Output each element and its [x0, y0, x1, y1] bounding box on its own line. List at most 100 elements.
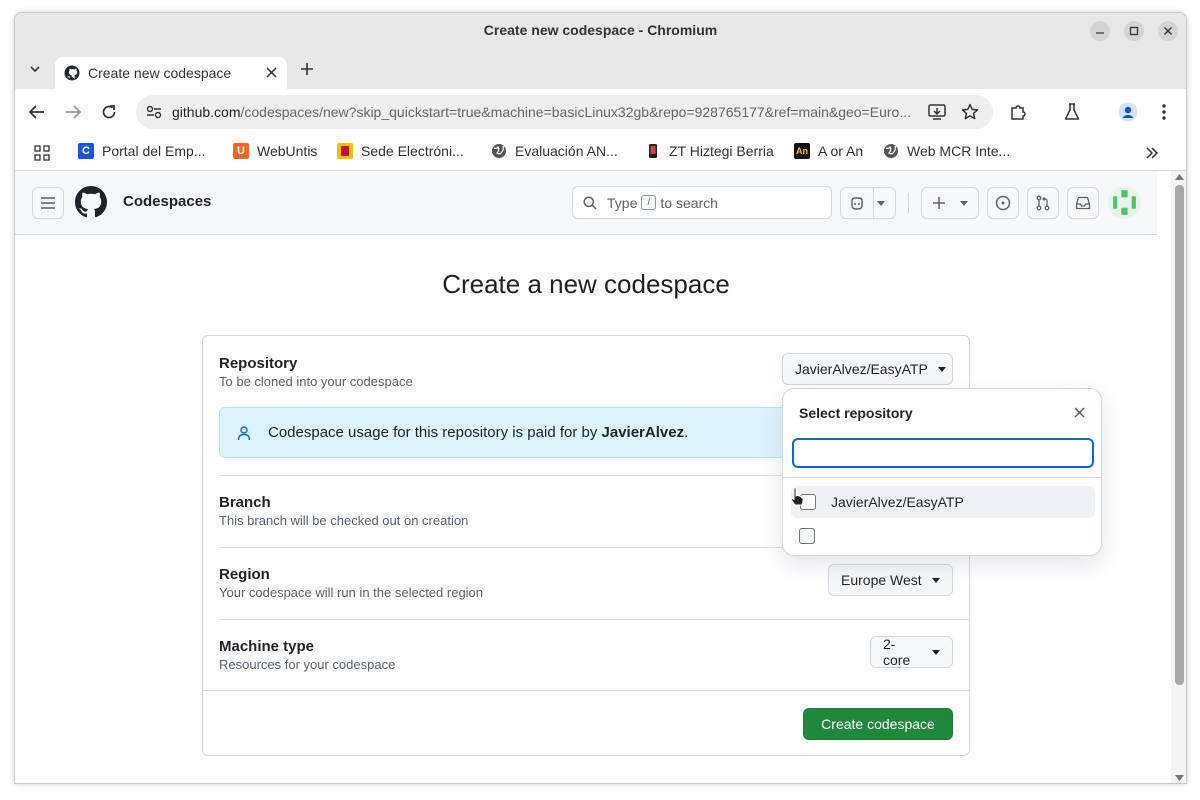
close-popover-icon[interactable] — [1074, 407, 1085, 418]
popover-divider — [783, 477, 1101, 478]
new-tab-icon[interactable] — [300, 62, 314, 76]
repository-option-checkbox[interactable] — [799, 528, 815, 544]
repository-label: Repository — [219, 355, 298, 372]
browser-toolbar: github.com/codespaces/new?skip_quickstar… — [15, 89, 1186, 135]
profile-avatar-icon[interactable] — [1118, 102, 1138, 122]
global-nav-button[interactable] — [32, 187, 64, 219]
tab-create-codespace[interactable]: Create new codespace — [55, 57, 287, 89]
user-avatar-icon[interactable] — [1108, 186, 1141, 219]
person-icon — [237, 425, 251, 440]
region-label: Region — [219, 566, 270, 583]
create-new-button[interactable] — [921, 187, 979, 219]
bookmark-star-icon[interactable] — [961, 103, 979, 121]
create-codespace-button[interactable]: Create codespace — [803, 708, 953, 740]
tab-title: Create new codespace — [88, 65, 232, 81]
repository-caret-icon — [937, 366, 946, 372]
bookmark-zt-hiztegi[interactable]: ZT Hiztegi Berria — [645, 143, 774, 159]
create-dropdown-caret — [960, 201, 968, 206]
labs-flask-icon[interactable] — [1064, 103, 1080, 121]
branch-description: This branch will be checked out on creat… — [219, 513, 469, 528]
more-menu-icon[interactable] — [1161, 103, 1167, 121]
a-or-an-favicon-icon: An — [794, 143, 810, 159]
maximize-button[interactable] — [1124, 21, 1144, 41]
url-text: github.com/codespaces/new?skip_quickstar… — [172, 104, 911, 120]
region-description: Your codespace will run in the selected … — [219, 585, 484, 600]
address-bar[interactable]: github.com/codespaces/new?skip_quickstar… — [136, 95, 993, 129]
phone-icon — [649, 144, 657, 158]
close-icon — [1164, 27, 1172, 35]
repository-description: To be cloned into your codespace — [219, 374, 413, 389]
machine-type-description: Resources for your codespace — [219, 657, 396, 672]
portal-favicon-icon: C — [78, 143, 94, 159]
inbox-icon — [1075, 196, 1091, 210]
card-footer-divider — [203, 690, 969, 691]
forward-icon[interactable] — [65, 105, 81, 119]
back-icon[interactable] — [29, 105, 45, 119]
github-logo-icon[interactable] — [75, 186, 107, 218]
git-pull-request-icon — [1036, 195, 1050, 211]
plus-icon — [933, 197, 945, 209]
machine-type-caret-icon — [932, 649, 940, 655]
minimize-icon — [1096, 32, 1104, 34]
close-tab-icon[interactable] — [266, 67, 277, 78]
hamburger-menu-icon — [41, 197, 55, 209]
region-select-button[interactable]: Europe West — [828, 564, 953, 596]
window-title: Create new codespace - Chromium — [483, 22, 718, 38]
bookmark-portal-empleado[interactable]: C Portal del Emp... — [78, 143, 206, 159]
context-title[interactable]: Codespaces — [123, 193, 211, 210]
scrollbar-thumb[interactable] — [1175, 185, 1184, 685]
repository-search-input[interactable] — [792, 438, 1094, 468]
scroll-down-arrow-icon[interactable] — [1175, 775, 1184, 781]
pull-requests-button[interactable] — [1027, 187, 1059, 219]
tab-list-chevron-icon[interactable] — [29, 63, 41, 75]
copilot-icon — [851, 197, 863, 210]
title-bar: Create new codespace - Chromium — [15, 13, 1186, 49]
github-header: Codespaces Type / to search — [15, 171, 1157, 235]
popover-title: Select repository — [799, 405, 913, 421]
page-title: Create a new codespace — [442, 269, 730, 299]
extensions-icon[interactable] — [1009, 103, 1027, 121]
scroll-up-arrow-icon[interactable] — [1175, 174, 1184, 180]
copilot-button[interactable] — [840, 187, 896, 219]
issue-opened-icon — [995, 195, 1011, 211]
branch-label: Branch — [219, 494, 271, 511]
bookmark-webuntis[interactable]: U WebUntis — [233, 143, 317, 159]
spain-crest-icon — [337, 143, 353, 159]
install-app-icon[interactable] — [928, 104, 946, 120]
apps-grid-icon[interactable] — [34, 145, 50, 161]
webuntis-favicon-icon: U — [233, 143, 249, 159]
more-bookmarks-chevron-icon[interactable] — [1145, 147, 1159, 159]
bookmarks-bar: C Portal del Emp... U WebUntis Sede Electr… — [15, 135, 1186, 171]
machine-type-select-button[interactable]: 2-core — [870, 636, 953, 668]
globe-icon — [884, 144, 898, 158]
global-search-input[interactable]: Type / to search — [572, 186, 832, 219]
bookmark-sede-electronica[interactable]: Sede Electróni... — [337, 143, 464, 159]
mouse-cursor-icon — [790, 487, 804, 506]
github-favicon-icon — [64, 65, 80, 81]
billing-notice: Codespace usage for this repository is p… — [219, 407, 839, 458]
page-scrollbar[interactable] — [1171, 171, 1186, 783]
issues-button[interactable] — [987, 187, 1019, 219]
slash-shortcut-key: / — [641, 195, 657, 210]
search-icon — [583, 195, 597, 210]
machine-type-label: Machine type — [219, 638, 315, 655]
reload-icon[interactable] — [101, 104, 117, 120]
maximize-icon — [1129, 26, 1139, 36]
header-divider — [908, 193, 909, 213]
tab-strip: Create new codespace — [15, 49, 1186, 89]
minimize-button[interactable] — [1090, 21, 1110, 41]
repository-option[interactable]: JavierAlvez/EasyATP — [791, 486, 1095, 518]
bookmark-a-or-an[interactable]: An A or An — [794, 143, 863, 159]
select-repository-popover: Select repository JavierAlvez/EasyATP — [782, 388, 1102, 556]
bookmark-evaluacion[interactable]: Evaluación AN... — [491, 143, 618, 159]
site-settings-icon[interactable] — [146, 105, 162, 119]
repository-option[interactable] — [791, 526, 1095, 546]
copilot-dropdown-caret — [877, 201, 885, 206]
inbox-button[interactable] — [1067, 187, 1099, 219]
globe-icon — [492, 144, 506, 158]
close-window-button[interactable] — [1158, 21, 1178, 41]
bookmark-web-mcr[interactable]: Web MCR Inte... — [883, 143, 1010, 159]
region-caret-icon — [931, 577, 940, 583]
repository-select-button[interactable]: JavierAlvez/EasyATP — [782, 353, 953, 385]
browser-window: Create new codespace - Chromium Create n… — [14, 12, 1187, 784]
